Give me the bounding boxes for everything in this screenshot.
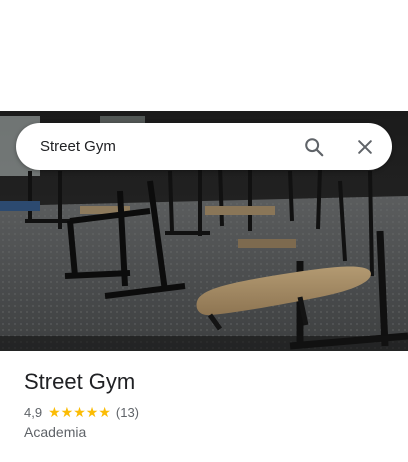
rating-value: 4,9 <box>24 404 43 420</box>
star-icon: ★ <box>60 404 74 420</box>
close-button[interactable] <box>349 131 381 163</box>
star-icon: ★ <box>73 404 86 420</box>
search-bar[interactable]: Street Gym <box>16 123 392 170</box>
star-icon: ★ <box>48 404 61 420</box>
search-icon <box>305 138 324 157</box>
rating-row[interactable]: 4,9 ★ ★ ★ ★ ★ (13) <box>24 403 139 421</box>
star-icon: ★ <box>85 404 99 420</box>
star-rating: ★ ★ ★ ★ ★ <box>48 405 111 419</box>
star-icon: ★ <box>98 404 111 420</box>
place-category: Academia <box>24 424 87 440</box>
search-input[interactable]: Street Gym <box>40 123 116 170</box>
review-count[interactable]: (13) <box>116 405 139 420</box>
close-icon <box>358 140 372 154</box>
place-title[interactable]: Street Gym <box>24 369 135 395</box>
search-button[interactable] <box>298 131 330 163</box>
